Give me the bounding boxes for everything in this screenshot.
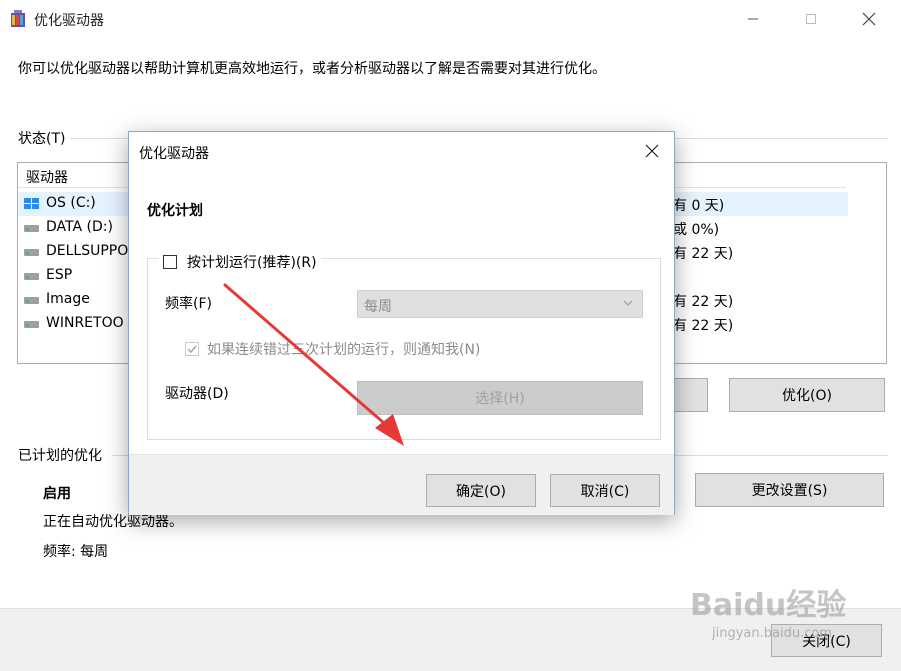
drive-name: OS (C:) — [46, 195, 96, 211]
schedule-dialog: 优化驱动器 优化计划 按计划运行(推荐)(R) 频率(F) 每周 如果连续错过三… — [128, 131, 675, 515]
watermark-logo: Baidu经验 — [690, 588, 847, 623]
ok-button[interactable]: 确定(O) — [426, 474, 536, 507]
hard-drive-icon — [24, 297, 39, 304]
windows-drive-icon — [24, 198, 39, 209]
cancel-button[interactable]: 取消(C) — [550, 474, 660, 507]
dialog-title: 优化驱动器 — [139, 146, 209, 162]
hard-drive-icon — [24, 225, 39, 232]
run-on-schedule-label: 按计划运行(推荐)(R) — [187, 255, 317, 271]
maximize-icon — [806, 14, 816, 24]
close-icon — [645, 144, 659, 158]
checkmark-icon — [185, 342, 199, 356]
change-settings-button[interactable]: 更改设置(S) — [695, 473, 884, 507]
drive-status: 有 0 天) — [673, 198, 725, 214]
chevron-down-icon — [623, 300, 633, 306]
frequency-value: 每周 — [364, 299, 392, 315]
status-label: 状态(T) — [18, 131, 66, 147]
scheduled-optimization-label: 已计划的优化 — [18, 448, 102, 464]
window-title: 优化驱动器 — [34, 13, 104, 29]
watermark-url: jingyan.baidu.com — [712, 626, 832, 641]
optimize-button[interactable]: 优化(O) — [729, 378, 885, 412]
run-on-schedule-checkbox[interactable] — [163, 255, 177, 269]
hard-drive-icon — [24, 249, 39, 256]
frequency-dropdown[interactable]: 每周 — [357, 290, 643, 318]
schedule-state: 启用 — [43, 486, 71, 502]
drive-name: DATA (D:) — [46, 219, 113, 235]
drives-label: 驱动器(D) — [165, 386, 229, 402]
drive-name: WINRETOO — [46, 315, 124, 331]
hard-drive-icon — [24, 321, 39, 328]
drive-status: 或 0%) — [673, 222, 720, 238]
frequency-label: 频率(F) — [165, 296, 212, 312]
drive-name: DELLSUPPO — [46, 243, 129, 259]
drive-status: 有 22 天) — [673, 246, 734, 262]
notify-label: 如果连续错过三次计划的运行，则通知我(N) — [207, 342, 481, 358]
select-drives-button[interactable]: 选择(H) — [357, 381, 643, 415]
description-text: 你可以优化驱动器以帮助计算机更高效地运行，或者分析驱动器以了解是否需要对其进行优… — [18, 61, 606, 77]
analyze-button-partial[interactable] — [672, 378, 708, 412]
defrag-app-icon — [11, 10, 25, 27]
minimize-button[interactable] — [730, 0, 776, 38]
hard-drive-icon — [24, 273, 39, 280]
drive-name: Image — [46, 291, 90, 307]
close-icon — [862, 12, 876, 26]
minimize-icon — [748, 18, 758, 20]
drive-status: 有 22 天) — [673, 294, 734, 310]
maximize-button[interactable] — [788, 0, 834, 38]
schedule-frequency: 频率: 每周 — [43, 544, 109, 560]
run-on-schedule-option[interactable]: 按计划运行(推荐)(R) — [159, 252, 321, 272]
close-window-button[interactable] — [846, 0, 892, 38]
column-header-drive[interactable]: 驱动器 — [26, 167, 68, 187]
drive-status: 有 22 天) — [673, 318, 734, 334]
drive-name: ESP — [46, 267, 73, 283]
dialog-heading: 优化计划 — [147, 203, 203, 219]
dialog-close-button[interactable] — [636, 136, 668, 166]
notify-option[interactable]: 如果连续错过三次计划的运行，则通知我(N) — [185, 339, 480, 359]
title-bar: 优化驱动器 — [0, 0, 901, 38]
